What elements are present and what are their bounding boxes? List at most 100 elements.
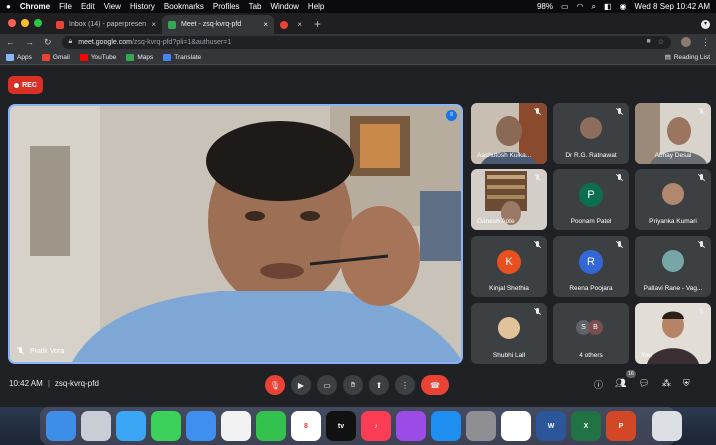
menu-profiles[interactable]: Profiles (213, 2, 240, 11)
address-path: /zsq-kvrq-pfd?pli=1&authuser=1 (131, 38, 232, 46)
battery-percent[interactable]: 98% (537, 2, 553, 11)
raise-hand-button[interactable]: ✋︎ (343, 375, 363, 395)
bookmark-star-icon[interactable]: ☆ (658, 38, 664, 46)
mic-toggle-button[interactable]: 🎙︎ (265, 375, 285, 395)
dock-app-launchpad[interactable] (81, 411, 111, 441)
close-tab-icon[interactable]: × (263, 20, 268, 29)
mic-off-icon (616, 108, 623, 116)
dock-app-music[interactable]: ♪ (361, 411, 391, 441)
activities-icon[interactable]: ⁂ (662, 378, 671, 391)
participant-tile[interactable]: Pallavi Rane - Vag... (635, 236, 711, 297)
lock-icon[interactable]: 🔒︎ (69, 38, 73, 46)
participant-tile[interactable]: R Reena Poojara (553, 236, 629, 297)
menu-bookmarks[interactable]: Bookmarks (164, 2, 204, 11)
self-view-tile[interactable]: You (635, 303, 711, 364)
main-speaker-video[interactable]: ≡ Pratik Vora (8, 104, 463, 364)
people-icon[interactable]: 👥︎ (615, 378, 626, 391)
participant-tile[interactable]: P Poonam Patel (553, 169, 629, 230)
menu-app-name[interactable]: Chrome (20, 2, 50, 11)
back-icon[interactable]: ← (6, 37, 15, 47)
menu-clock[interactable]: Wed 8 Sep 10:42 AM (635, 2, 710, 11)
dock-app-messages[interactable] (151, 411, 181, 441)
close-window-button[interactable] (8, 19, 16, 27)
bookmark-gmail[interactable]: Gmail (41, 53, 70, 61)
participant-tile[interactable]: K Kinjal Shethia (471, 236, 547, 297)
menu-view[interactable]: View (104, 2, 121, 11)
camera-icon: ▶ (297, 380, 305, 390)
siri-icon[interactable]: ◉ (620, 2, 627, 11)
dock-app-word[interactable]: W (536, 411, 566, 441)
bookmark-maps[interactable]: Maps (126, 53, 153, 61)
more-options-icon[interactable]: ⋮ (701, 37, 710, 48)
bookmark-apps[interactable]: Apps (6, 53, 32, 61)
dock-app-tv[interactable]: tv (326, 411, 356, 441)
participant-tile[interactable]: Dr R.G. Ratnawat (553, 103, 629, 164)
apps-grid-icon (6, 53, 14, 61)
captions-button[interactable]: ▭ (317, 375, 337, 395)
menu-window[interactable]: Window (270, 2, 298, 11)
dock-app-safari[interactable] (116, 411, 146, 441)
participant-tile-others[interactable]: S B 4 others (553, 303, 629, 364)
participant-tile[interactable]: Ganesh Apte (471, 169, 547, 230)
participant-tile[interactable]: Aashutosh Kulka... (471, 103, 547, 164)
address-bar[interactable]: 🔒︎ meet.google.com/zsq-kvrq-pfd?pli=1&au… (61, 35, 671, 49)
dock-app-powerpoint[interactable]: P (606, 411, 636, 441)
new-tab-button[interactable]: + (308, 17, 327, 34)
minimize-window-button[interactable] (21, 19, 29, 27)
control-center-icon[interactable]: ◧ (604, 2, 612, 11)
menu-history[interactable]: History (130, 2, 155, 11)
apple-icon[interactable]: ● (6, 2, 11, 11)
participant-tile[interactable]: Shubhi Lall (471, 303, 547, 364)
menu-tab[interactable]: Tab (249, 2, 262, 11)
host-controls-icon[interactable]: ⛨ (683, 378, 690, 391)
search-icon[interactable]: ⌕ (592, 2, 596, 12)
close-tab-icon[interactable]: × (151, 20, 156, 29)
chat-icon[interactable]: 💬︎ (638, 378, 649, 391)
dock-app-facetime[interactable] (256, 411, 286, 441)
dock-app-chrome[interactable] (501, 411, 531, 441)
bookmark-youtube[interactable]: YouTube (79, 53, 116, 61)
camera-in-use-icon[interactable]: ■ (646, 38, 650, 46)
reading-list[interactable]: ▤ Reading List (665, 53, 710, 62)
menu-help[interactable]: Help (308, 2, 324, 11)
camera-toggle-button[interactable]: ▶ (291, 375, 311, 395)
dock-app-podcasts[interactable] (396, 411, 426, 441)
zoom-window-button[interactable] (34, 19, 42, 27)
present-button[interactable]: ⬆ (369, 375, 389, 395)
menu-edit[interactable]: Edit (81, 2, 95, 11)
profile-avatar[interactable] (681, 37, 691, 47)
tab-meet[interactable]: Meet - zsq-kvrq-pfd × (162, 15, 274, 34)
dock-app-calendar[interactable]: 8 (291, 411, 321, 441)
meeting-details-icon[interactable]: ⓘ (594, 378, 603, 391)
close-tab-icon[interactable]: × (297, 20, 302, 29)
dock-app-excel[interactable]: X (571, 411, 601, 441)
participant-tile[interactable]: Priyanka Kumari (635, 169, 711, 230)
hangup-icon: ☎︎ (430, 380, 440, 390)
pin-audio-icon[interactable]: ≡ (446, 110, 457, 121)
participant-tile[interactable]: Abhay Desai (635, 103, 711, 164)
meet-controls-bar: 10:42 AM | zsq-kvrq-pfd 🎙︎ ▶ ▭ ✋︎ ⬆ ⋮ ☎︎ ⓘ… (0, 370, 716, 400)
recording-indicator[interactable]: REC (8, 76, 43, 94)
dock-app-app-store[interactable] (431, 411, 461, 441)
dock-app-trash[interactable] (652, 411, 682, 441)
wifi-icon[interactable]: ◠ (577, 2, 584, 11)
dock-app-mail[interactable] (186, 411, 216, 441)
meeting-code[interactable]: zsq-kvrq-pfd (55, 379, 99, 388)
tab-search-icon[interactable]: ▾ (701, 20, 710, 29)
dock-app-photos[interactable] (221, 411, 251, 441)
participant-avatar (662, 183, 684, 205)
bookmark-translate[interactable]: Translate (163, 53, 201, 61)
menu-file[interactable]: File (59, 2, 72, 11)
forward-icon[interactable]: → (25, 37, 34, 47)
battery-icon[interactable]: ▭ (561, 2, 569, 11)
side-panel-controls: ⓘ 👥︎ 💬︎ ⁂ ⛨ (594, 378, 690, 391)
tab-gmail[interactable]: Inbox (14) - paperpresentation × (50, 15, 162, 34)
reload-icon[interactable]: ↻ (44, 37, 52, 48)
more-options-button[interactable]: ⋮ (395, 375, 415, 395)
leave-call-button[interactable]: ☎︎ (421, 375, 449, 395)
dock-app-system-preferences[interactable] (466, 411, 496, 441)
participant-initial-avatar: K (497, 250, 521, 274)
tab-pinned[interactable]: × (274, 15, 308, 34)
dock-app-finder[interactable] (46, 411, 76, 441)
mic-off-icon: 🎙︎ (269, 380, 281, 390)
